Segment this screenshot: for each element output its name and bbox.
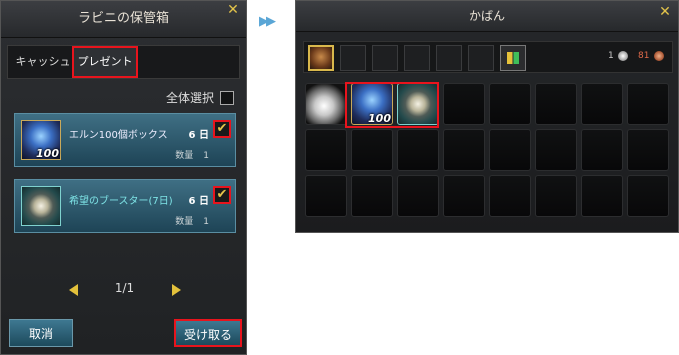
empty-slot[interactable] [581, 83, 623, 125]
item-checkbox[interactable]: ✔ [213, 120, 231, 138]
item-checkbox[interactable]: ✔ [213, 186, 231, 204]
close-icon[interactable]: ✕ [658, 5, 672, 19]
page-indicator: 1/1 [114, 281, 135, 295]
item-count-badge: 100 [36, 147, 59, 160]
item-qty-label: 数量 [175, 217, 194, 227]
cancel-button[interactable]: 取消 [9, 319, 73, 347]
bag-toolbar: 1 81 [303, 41, 673, 73]
empty-slot[interactable] [305, 129, 347, 171]
empty-slot[interactable] [443, 175, 485, 217]
bag-tab[interactable] [404, 45, 430, 71]
tab-present[interactable]: プレゼント [72, 46, 138, 78]
list-item[interactable]: 希望のブースター(7日) 6 日 数量 1 ✔ [14, 179, 236, 233]
item-qty: 数量 1 [175, 214, 209, 227]
item-days: 6 日 [188, 196, 209, 207]
stone-item-icon[interactable] [305, 83, 347, 125]
storage-tabs: キャッシュ プレゼント [7, 45, 240, 79]
lamp-icon: 100 [21, 120, 61, 160]
item-days: 6 日 [188, 130, 209, 141]
empty-slot[interactable] [443, 83, 485, 125]
silver-count: 1 [608, 51, 614, 61]
empty-slot[interactable] [535, 129, 577, 171]
empty-slot[interactable] [535, 175, 577, 217]
empty-slot[interactable] [581, 129, 623, 171]
bag-titlebar: かばん ✕ [296, 1, 678, 32]
lamp-item-icon[interactable]: 100 [351, 83, 393, 125]
booster-disc-icon [21, 186, 61, 226]
item-qty-value: 1 [203, 151, 209, 161]
storage-title: ラビニの保管箱 [77, 11, 169, 26]
empty-slot[interactable] [351, 175, 393, 217]
bag-panel: かばん ✕ 1 81 100 [295, 0, 679, 233]
empty-slot[interactable] [581, 175, 623, 217]
select-all-checkbox[interactable] [220, 90, 234, 105]
list-item[interactable]: 100 エルン100個ボックス 6 日 数量 1 ✔ [14, 113, 236, 167]
tab-cash[interactable]: キャッシュ [12, 46, 74, 78]
item-name: 希望のブースター(7日) [69, 196, 173, 207]
empty-slot[interactable] [443, 129, 485, 171]
storage-titlebar: ラビニの保管箱 ✕ [1, 1, 246, 38]
storage-panel: ラビニの保管箱 ✕ キャッシュ プレゼント 全体選択 100 エルン100個ボッ… [0, 0, 247, 355]
empty-slot[interactable] [397, 129, 439, 171]
item-qty: 数量 1 [175, 148, 209, 161]
item-count-badge: 100 [368, 112, 391, 125]
bag-tab[interactable] [468, 45, 494, 71]
empty-slot[interactable] [535, 83, 577, 125]
item-qty-label: 数量 [175, 151, 194, 161]
item-name: エルン100個ボックス [69, 130, 168, 141]
empty-slot[interactable] [627, 175, 669, 217]
copper-coin-icon [654, 51, 664, 61]
empty-slot[interactable] [351, 129, 393, 171]
silver-coin-icon [618, 51, 628, 61]
sort-icon [507, 52, 519, 64]
select-all[interactable]: 全体選択 [166, 89, 234, 106]
empty-slot[interactable] [489, 175, 531, 217]
receive-button[interactable]: 受け取る [174, 319, 242, 347]
select-all-label: 全体選択 [165, 91, 214, 105]
empty-slot[interactable] [627, 83, 669, 125]
item-qty-value: 1 [203, 217, 209, 227]
empty-slot[interactable] [627, 129, 669, 171]
next-page-icon[interactable] [172, 284, 181, 296]
bag-tab-selected[interactable] [308, 45, 334, 71]
empty-slot[interactable] [489, 83, 531, 125]
empty-slot[interactable] [489, 129, 531, 171]
booster-disc-item-icon[interactable] [397, 83, 439, 125]
bag-tab[interactable] [340, 45, 366, 71]
empty-slot[interactable] [397, 175, 439, 217]
close-icon[interactable]: ✕ [226, 3, 240, 17]
copper-count: 81 [638, 51, 650, 61]
transition-arrow-icon: ▶▶ [259, 14, 276, 29]
bag-title: かばん [468, 9, 505, 23]
bag-tab[interactable] [436, 45, 462, 71]
sort-button[interactable] [500, 45, 526, 71]
empty-slot[interactable] [305, 175, 347, 217]
bag-tab[interactable] [372, 45, 398, 71]
